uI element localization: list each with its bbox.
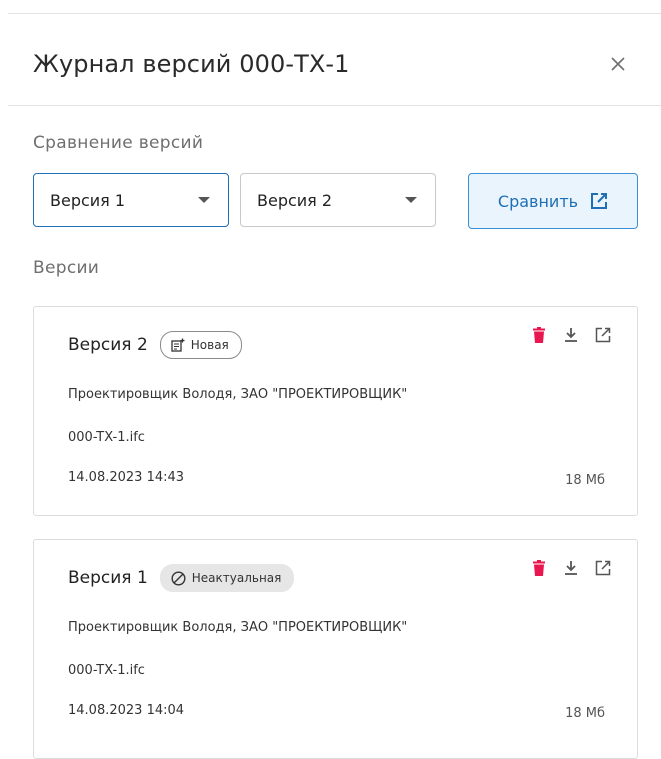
download-button[interactable] bbox=[561, 325, 581, 345]
dialog-header: Журнал версий 000-ТХ-1 bbox=[33, 44, 633, 84]
compare-button-label: Сравнить bbox=[497, 191, 579, 211]
status-badge: Неактуальная bbox=[159, 564, 295, 592]
version-file-name: 000-TX-1.ifc bbox=[68, 663, 145, 678]
close-button[interactable] bbox=[603, 49, 633, 79]
version-card: Версия 1 Неактуальная Проектировщик Воло… bbox=[33, 539, 638, 759]
open-in-new-icon bbox=[595, 560, 611, 576]
version-date: 14.08.2023 14:43 bbox=[68, 470, 185, 485]
version-select-2-value: Версия 2 bbox=[257, 190, 333, 210]
version-card: Версия 2 Новая Проектировщик Володя, ЗАО… bbox=[33, 306, 638, 516]
open-button[interactable] bbox=[593, 558, 613, 578]
new-document-icon bbox=[171, 338, 185, 352]
compare-section-label: Сравнение версий bbox=[33, 133, 204, 153]
delete-button[interactable] bbox=[529, 558, 549, 578]
version-file-size: 18 Мб bbox=[565, 473, 605, 488]
version-title: Версия 1 bbox=[68, 568, 148, 588]
trash-icon bbox=[533, 560, 545, 576]
delete-button[interactable] bbox=[529, 325, 549, 345]
version-author: Проектировщик Володя, ЗАО "ПРОЕКТИРОВЩИК… bbox=[68, 620, 408, 635]
version-title: Версия 2 bbox=[68, 335, 148, 355]
compare-button[interactable]: Сравнить bbox=[468, 173, 638, 229]
download-icon bbox=[565, 561, 577, 575]
open-in-new-icon bbox=[591, 193, 608, 209]
version-select-1-value: Версия 1 bbox=[50, 190, 126, 210]
header-divider bbox=[8, 105, 661, 106]
chevron-down-icon bbox=[198, 197, 210, 203]
version-select-2[interactable]: Версия 2 bbox=[240, 173, 436, 227]
block-icon bbox=[171, 570, 186, 586]
download-icon bbox=[565, 328, 577, 342]
trash-icon bbox=[533, 327, 545, 343]
versions-section-label: Версии bbox=[33, 258, 100, 278]
download-button[interactable] bbox=[561, 558, 581, 578]
top-divider bbox=[8, 13, 661, 14]
status-badge-label: Новая bbox=[190, 338, 229, 352]
version-file-size: 18 Мб bbox=[565, 706, 605, 721]
chevron-down-icon bbox=[405, 197, 417, 203]
status-badge: Новая bbox=[159, 331, 242, 359]
close-icon bbox=[611, 57, 625, 71]
open-in-new-icon bbox=[595, 327, 611, 343]
version-file-name: 000-TX-1.ifc bbox=[68, 430, 145, 445]
version-date: 14.08.2023 14:04 bbox=[68, 703, 185, 718]
dialog-title: Журнал версий 000-ТХ-1 bbox=[33, 50, 350, 78]
open-button[interactable] bbox=[593, 325, 613, 345]
version-author: Проектировщик Володя, ЗАО "ПРОЕКТИРОВЩИК… bbox=[68, 387, 408, 402]
version-select-1[interactable]: Версия 1 bbox=[33, 173, 229, 227]
status-badge-label: Неактуальная bbox=[191, 571, 282, 585]
